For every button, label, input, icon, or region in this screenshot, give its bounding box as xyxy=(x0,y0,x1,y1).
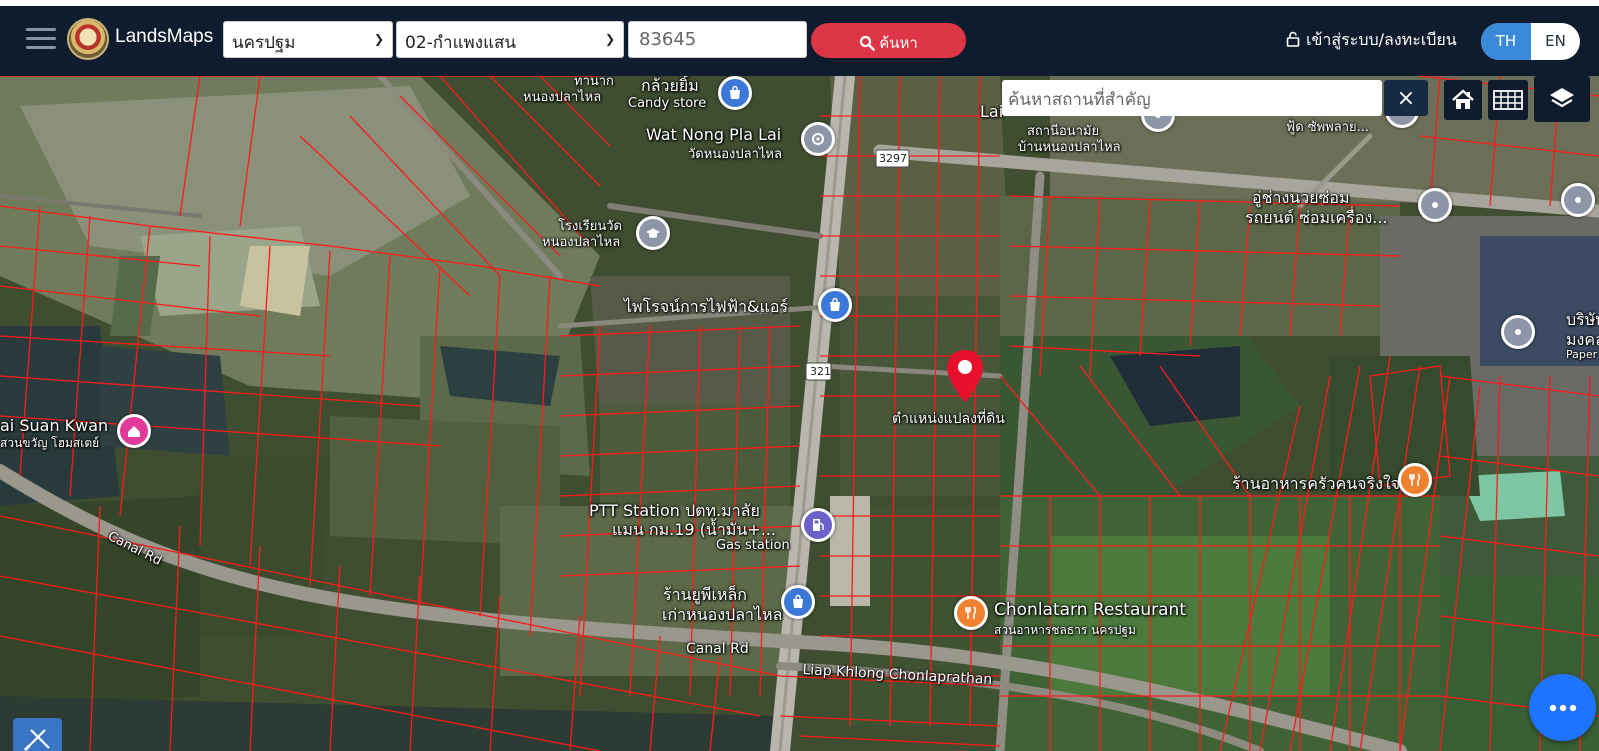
gas-station-poi-icon[interactable] xyxy=(801,508,835,542)
brand-name: LandsMaps xyxy=(115,26,214,47)
label-chonlatarn-th: สวนอาหารชลธาร นครปฐม xyxy=(994,623,1136,637)
restaurant-poi-icon[interactable] xyxy=(1398,463,1432,497)
map-canvas[interactable]: 3297 321 ทานาก หนองปลาไหล กล้วยยิ้ม Cand… xyxy=(0,76,1599,751)
shopping-poi-icon[interactable] xyxy=(718,76,752,110)
satellite-basemap xyxy=(0,76,1599,751)
label-candy-store: Candy store xyxy=(628,96,707,111)
road-321-label: 321 xyxy=(810,365,831,378)
lock-icon xyxy=(1286,31,1300,47)
province-value: นครปฐม xyxy=(232,33,296,53)
district-select[interactable]: 02-กำแพงแสน ❯ xyxy=(396,21,624,58)
parcel-number-input[interactable]: 83645 xyxy=(628,21,807,58)
search-button-label: ค้นหา xyxy=(879,34,918,52)
label-company-3: Paper m xyxy=(1566,348,1599,361)
chevron-down-icon: ❯ xyxy=(604,32,615,46)
temple-poi-icon[interactable] xyxy=(801,122,835,156)
label-chonlatarn: Chonlatarn Restaurant xyxy=(994,600,1186,620)
label-garage-2: รถยนต์ ซ่อมเครื่อง... xyxy=(1245,208,1388,227)
garage-poi-icon[interactable] xyxy=(1418,188,1452,222)
search-button[interactable]: ค้นหา xyxy=(811,23,966,58)
dol-logo xyxy=(67,18,109,60)
label-wat-th: วัดหนองปลาไหล xyxy=(688,147,782,162)
label-suan-kwan-th: สวนขวัญ โฮมสเตย์ xyxy=(0,436,100,450)
chevron-down-icon: ❯ xyxy=(373,32,384,46)
location-pin-icon[interactable] xyxy=(945,348,985,404)
grid-icon[interactable] xyxy=(1488,80,1528,120)
label-scrap-2: เก่าหนองปลาไหล xyxy=(662,605,783,624)
login-label: เข้าสู่ระบบ/ลงทะเบียน xyxy=(1306,30,1457,49)
company-poi-icon[interactable] xyxy=(1501,315,1535,349)
province-select[interactable]: นครปฐม ❯ xyxy=(223,21,393,58)
shop-poi-icon[interactable] xyxy=(818,288,852,322)
district-value: 02-กำแพงแสน xyxy=(405,33,517,53)
language-switch: TH EN xyxy=(1481,23,1580,60)
hamburger-icon[interactable] xyxy=(26,28,56,52)
app-root: LandsMaps นครปฐม ❯ 02-กำแพงแสน ❯ 83645 ค… xyxy=(0,0,1599,751)
label-suan-kwan: ai Suan Kwan xyxy=(0,416,109,435)
label-parcel-position: ตำแหน่งแปลงที่ดิน xyxy=(892,411,1005,427)
lang-en-button[interactable]: EN xyxy=(1531,23,1580,60)
label-lai-cut: Lai xyxy=(980,102,1004,121)
label-health-station-2: บ้านหนองปลาไหล xyxy=(1018,140,1121,155)
chonlatarn-poi-icon[interactable] xyxy=(954,596,988,630)
label-food-supply: ฟู้ด ซัพพลาย... xyxy=(1286,120,1370,135)
more-dots-icon[interactable] xyxy=(1529,674,1596,741)
lang-th-button[interactable]: TH xyxy=(1481,23,1531,60)
clear-search-button[interactable]: × xyxy=(1384,80,1428,116)
label-school-b: หนองปลาไหล xyxy=(542,235,621,250)
label-wat-en: Wat Nong Pla Lai xyxy=(646,125,782,144)
login-link[interactable]: เข้าสู่ระบบ/ลงทะเบียน xyxy=(1286,28,1457,53)
label-gas-station: Gas station xyxy=(716,538,790,553)
label-electric-shop: ไพโรจน์การไฟฟ้า&แอร์ xyxy=(624,297,789,316)
search-icon xyxy=(860,35,875,51)
place-poi-icon[interactable] xyxy=(1561,183,1595,217)
school-poi-icon[interactable] xyxy=(636,216,670,250)
top-navbar: LandsMaps นครปฐม ❯ 02-กำแพงแสน ❯ 83645 ค… xyxy=(0,6,1599,76)
label-top-cut2: หนองปลาไหล xyxy=(523,90,602,105)
scrap-shop-poi-icon[interactable] xyxy=(781,585,815,619)
homestay-poi-icon[interactable] xyxy=(117,414,151,448)
road-3297-label: 3297 xyxy=(879,152,907,165)
label-restaurant-th: ร้านอาหารครัวคนจริงใจ xyxy=(1232,474,1401,493)
home-icon[interactable] xyxy=(1444,80,1482,120)
layers-icon[interactable] xyxy=(1534,76,1590,122)
pencil-ruler-icon[interactable] xyxy=(13,718,62,751)
label-canal-rd-mid: Canal Rd xyxy=(686,641,749,657)
place-search-input[interactable]: ค้นหาสถานที่สำคัญ xyxy=(1002,80,1382,116)
